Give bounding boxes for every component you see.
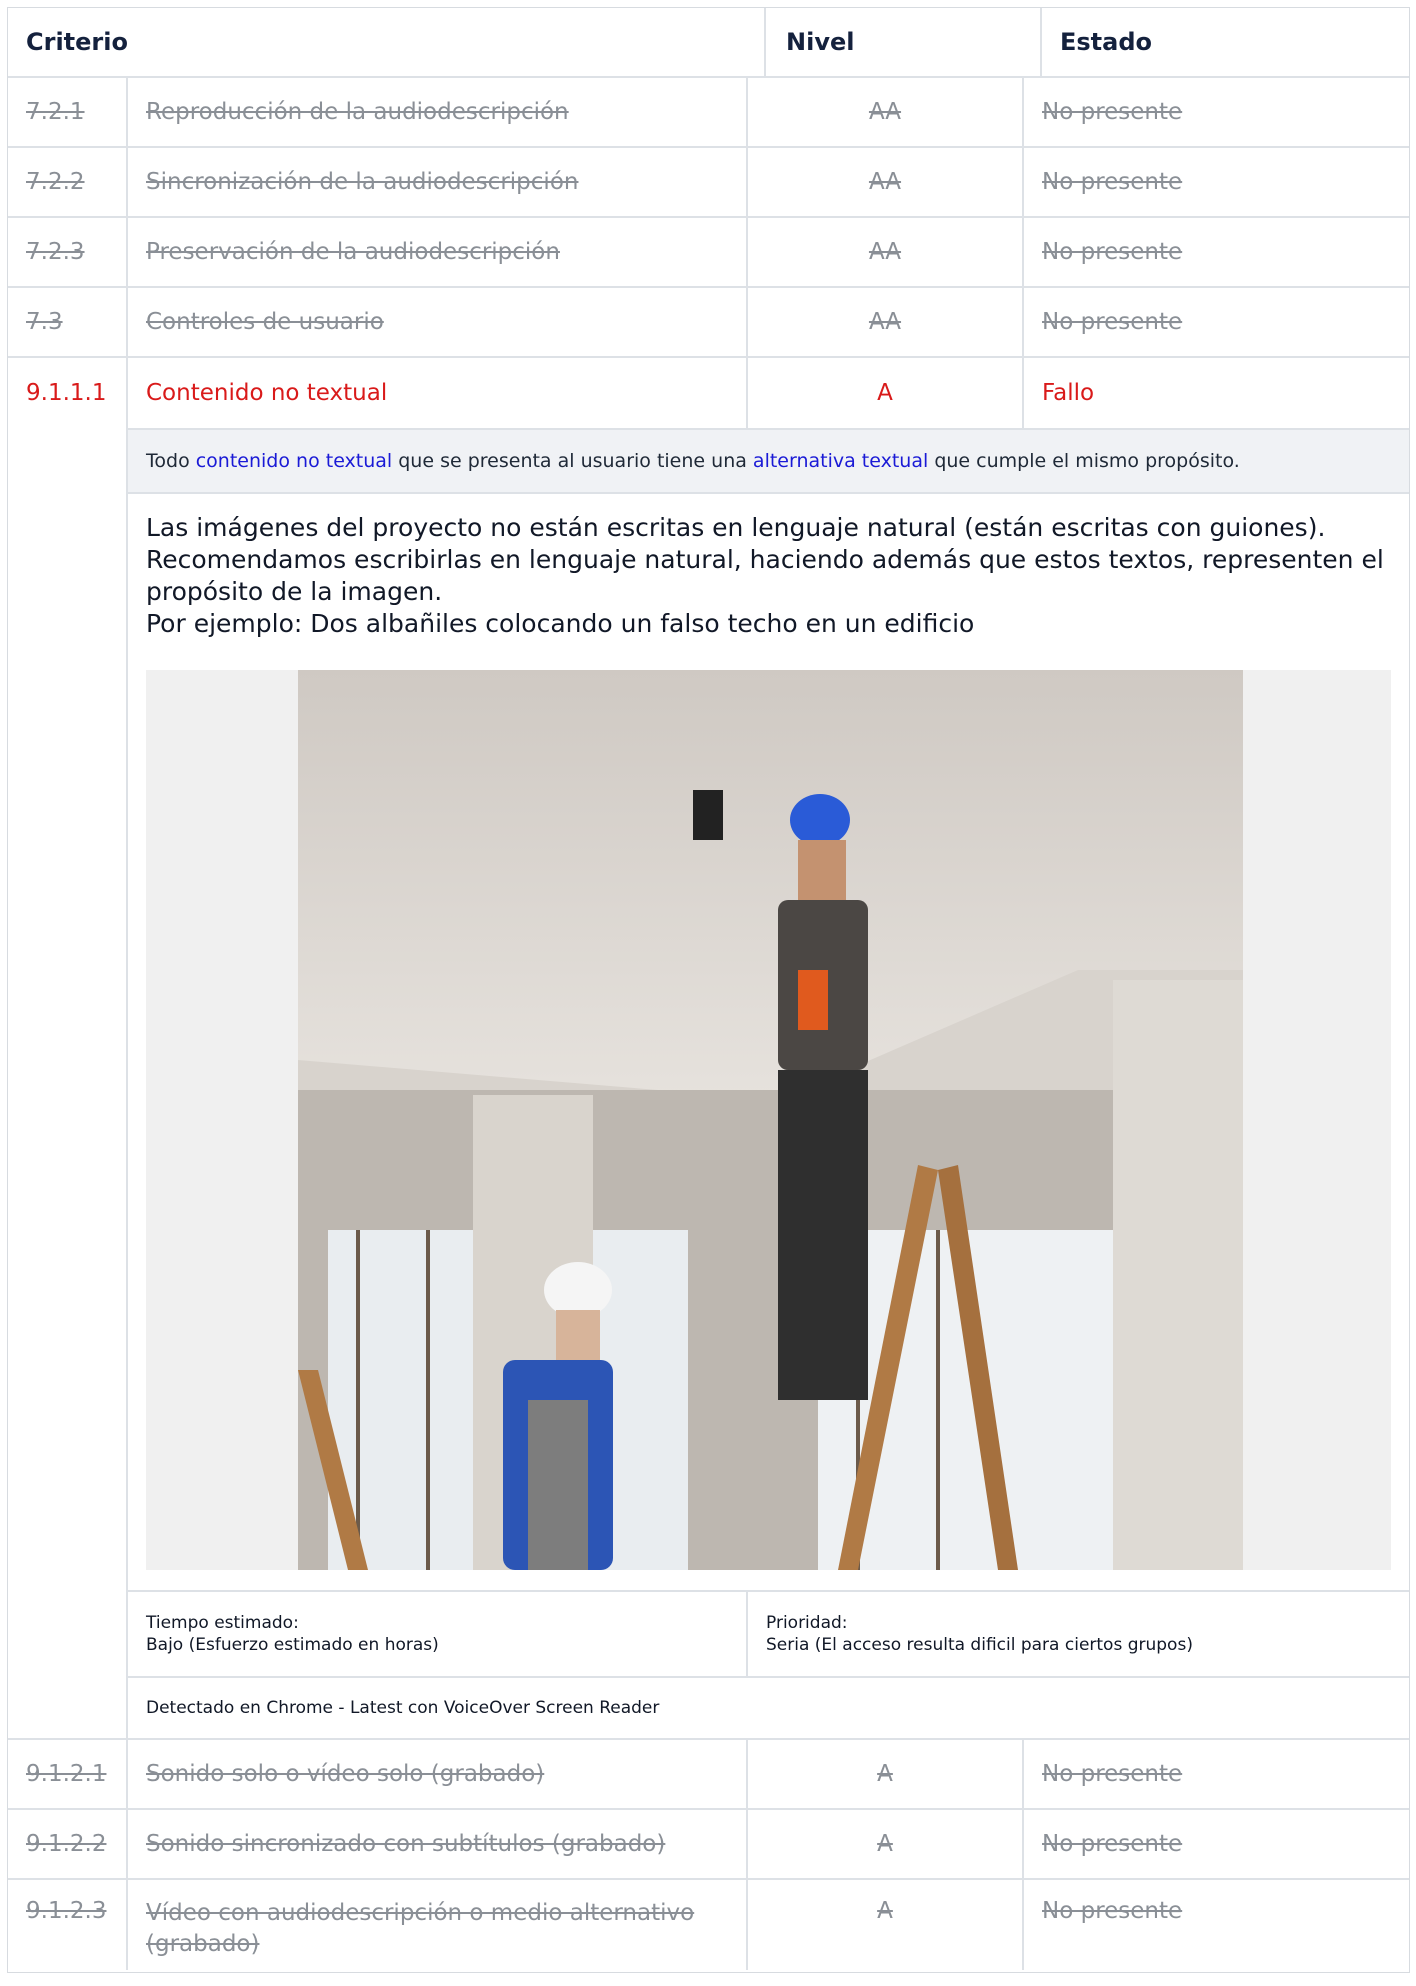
criterion-level: A	[748, 358, 1024, 428]
comment-example: Por ejemplo: Dos albañiles colocando un …	[146, 609, 975, 638]
criterion-name: Sincronización de la audiodescripción	[128, 148, 748, 216]
table-row: 7.3 Controles de usuario AA No presente	[8, 288, 1409, 358]
criterion-id: 9.1.2.1	[8, 1740, 128, 1808]
criterion-id: 7.3	[8, 288, 128, 356]
definition-prefix: Todo	[146, 450, 190, 472]
criterion-level: A	[748, 1740, 1024, 1808]
criterion-status: No presente	[1042, 1761, 1183, 1787]
criterion-name: Contenido no textual	[128, 358, 748, 428]
definition-link-text-alternative[interactable]: alternativa textual	[753, 450, 928, 472]
criterion-name: Preservación de la audiodescripción	[128, 218, 748, 286]
table-row: 9.1.2.3 Vídeo con audiodescripción o med…	[8, 1880, 1409, 1972]
criterion-status: Fallo	[1042, 380, 1095, 406]
criterion-status: No presente	[1042, 1831, 1183, 1857]
criterion-level: AA	[748, 288, 1024, 356]
definition-middle: que se presenta al usuario tiene una	[398, 450, 747, 472]
detail-spacer	[8, 428, 128, 1738]
detected-environment: Detectado en Chrome - Latest con VoiceOv…	[146, 1698, 660, 1718]
header-nivel: Nivel	[766, 8, 1042, 76]
criterion-id: 9.1.2.2	[8, 1810, 128, 1878]
criterion-id: 7.2.3	[8, 218, 128, 286]
estimated-time: Tiempo estimado: Bajo (Esfuerzo estimado…	[128, 1592, 748, 1676]
table-row-failed[interactable]: 9.1.1.1 Contenido no textual A Fallo	[8, 358, 1409, 428]
table-row: 7.2.3 Preservación de la audiodescripció…	[8, 218, 1409, 288]
header-estado: Estado	[1060, 28, 1153, 56]
evidence-photo	[298, 670, 1243, 1570]
auditor-comment: Las imágenes del proyecto no están escri…	[128, 494, 1409, 660]
criterion-level: AA	[748, 78, 1024, 146]
priority-value: Seria (El acceso resulta dificil para ci…	[766, 1635, 1193, 1655]
criterion-name: Sonido sincronizado con subtítulos (grab…	[128, 1810, 748, 1878]
table-row: 7.2.1 Reproducción de la audiodescripció…	[8, 78, 1409, 148]
table-row: 7.2.2 Sincronización de la audiodescripc…	[8, 148, 1409, 218]
criterion-status: No presente	[1042, 309, 1183, 335]
issue-meta: Tiempo estimado: Bajo (Esfuerzo estimado…	[128, 1590, 1409, 1678]
priority: Prioridad: Seria (El acceso resulta difi…	[748, 1592, 1211, 1676]
failure-detail: Todo contenido no textual que se present…	[8, 428, 1409, 1740]
table-row: 9.1.2.2 Sonido sincronizado con subtítul…	[8, 1810, 1409, 1880]
estimated-time-label: Tiempo estimado:	[146, 1613, 299, 1633]
criterion-definition: Todo contenido no textual que se present…	[128, 428, 1409, 494]
criterion-id: 7.2.2	[8, 148, 128, 216]
criterion-name: Vídeo con audiodescripción o medio alter…	[128, 1880, 748, 1970]
priority-label: Prioridad:	[766, 1613, 848, 1633]
criteria-table: Criterio Nivel Estado 7.2.1 Reproducción…	[7, 7, 1410, 1973]
definition-suffix: que cumple el mismo propósito.	[934, 450, 1240, 472]
comment-paragraph: Las imágenes del proyecto no están escri…	[146, 513, 1384, 606]
criterion-name: Reproducción de la audiodescripción	[128, 78, 748, 146]
criterion-id: 7.2.1	[8, 78, 128, 146]
criterion-status: No presente	[1042, 239, 1183, 265]
criterion-level: AA	[748, 148, 1024, 216]
header-criterio: Criterio	[8, 8, 766, 76]
definition-link-non-text-content[interactable]: contenido no textual	[196, 450, 392, 472]
criterion-id: 9.1.2.3	[8, 1880, 128, 1970]
detail-content: Todo contenido no textual que se present…	[128, 428, 1409, 1738]
table-row: 9.1.2.1 Sonido solo o vídeo solo (grabad…	[8, 1740, 1409, 1810]
estimated-time-value: Bajo (Esfuerzo estimado en horas)	[146, 1635, 439, 1655]
criterion-name: Sonido solo o vídeo solo (grabado)	[128, 1740, 748, 1808]
criterion-id: 9.1.1.1	[8, 358, 128, 428]
criterion-name: Controles de usuario	[128, 288, 748, 356]
criterion-status: No presente	[1042, 169, 1183, 195]
criterion-status: No presente	[1042, 99, 1183, 125]
table-header: Criterio Nivel Estado	[8, 8, 1409, 78]
criterion-status: No presente	[1042, 1898, 1183, 1924]
criterion-level: A	[748, 1880, 1024, 1970]
criterion-level: A	[748, 1810, 1024, 1878]
evidence-image-frame	[146, 670, 1391, 1570]
criterion-level: AA	[748, 218, 1024, 286]
